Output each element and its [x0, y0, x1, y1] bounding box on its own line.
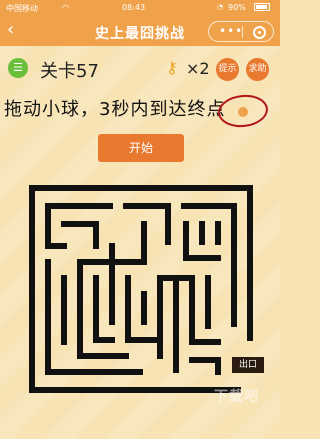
- status-bar: 中国移动 ◠ 08:43 ◔ 90%: [0, 0, 280, 16]
- alarm-icon: ◔: [217, 3, 224, 11]
- clock: 08:43: [122, 3, 146, 12]
- close-icon[interactable]: [253, 26, 266, 39]
- nav-bar: ‹ 史上最囧挑战 •••: [0, 16, 280, 46]
- game-area: ☰ 关卡57 ⚷ ×2 提示 求助 拖动小球，3秒内到达终点 开始 出口 下载吧: [0, 46, 280, 439]
- maze: [29, 185, 253, 393]
- more-icon[interactable]: •••: [219, 24, 243, 38]
- wifi-icon: ◠: [62, 3, 69, 12]
- capsule-divider: [242, 26, 243, 38]
- battery-icon: [254, 3, 270, 11]
- battery-percent: 90%: [228, 3, 246, 12]
- mini-program-capsule: •••: [208, 21, 274, 42]
- exit-label: 出口: [232, 357, 264, 373]
- carrier-label: 中国移动: [6, 4, 38, 13]
- maze-walls: [29, 185, 253, 393]
- watermark-text: 下载吧: [214, 389, 259, 405]
